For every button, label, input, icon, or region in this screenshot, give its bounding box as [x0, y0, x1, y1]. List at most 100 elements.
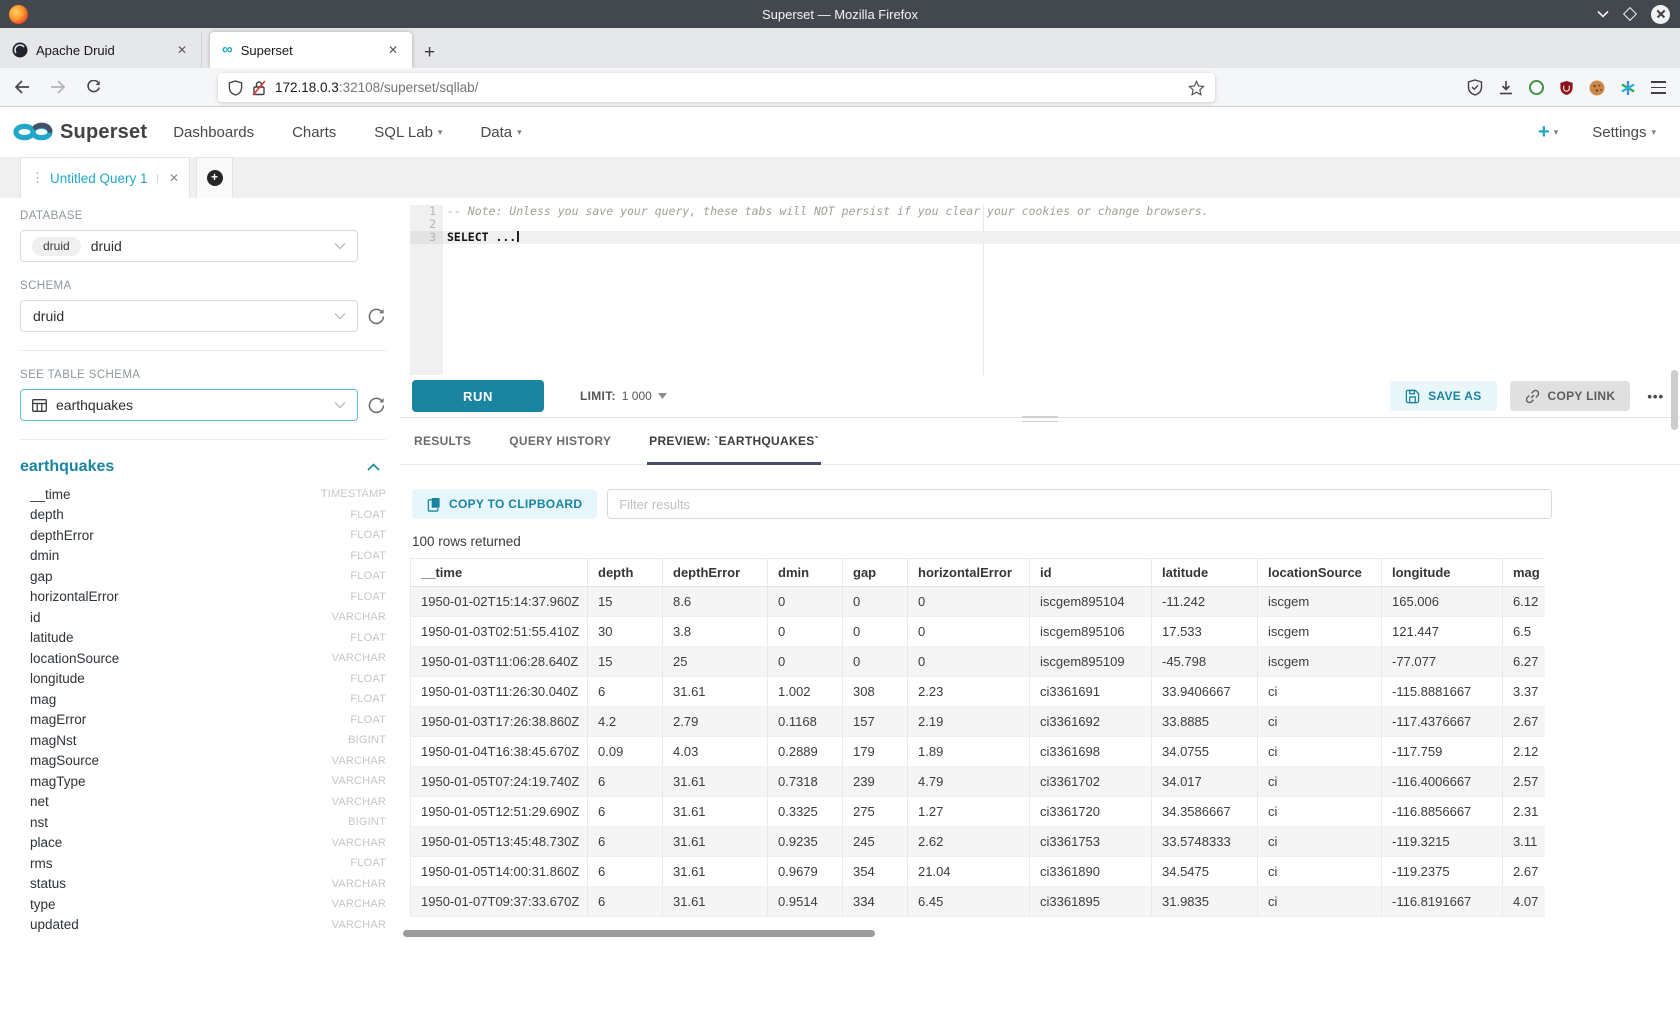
copy-link-button[interactable]: COPY LINK	[1510, 381, 1631, 411]
menu-icon[interactable]	[1651, 81, 1666, 93]
window-close-icon[interactable]	[1651, 5, 1670, 24]
query-tab-close-icon[interactable]: ✕	[169, 171, 179, 185]
pane-resize-handle-icon[interactable]	[1022, 416, 1058, 422]
table-cell: ci3361691	[1030, 677, 1152, 707]
schema-value: druid	[33, 308, 64, 324]
table-cell: 6.5	[1503, 617, 1546, 647]
scrollbar-thumb[interactable]	[403, 930, 875, 937]
column-header-latitude[interactable]: latitude	[1152, 559, 1258, 587]
bookmark-star-icon[interactable]	[1188, 80, 1205, 96]
forward-icon[interactable]	[50, 80, 66, 94]
drag-handle-icon[interactable]: ⋮	[31, 170, 43, 186]
nav-item-charts[interactable]: Charts	[292, 124, 336, 141]
add-new-menu[interactable]: + ▾	[1538, 122, 1558, 142]
table-cell: 1950-01-02T15:14:37.960Z	[411, 587, 588, 617]
new-query-tab-button[interactable]: +	[196, 157, 233, 198]
editor-line[interactable]: 2	[410, 218, 1680, 231]
nav-item-label: Charts	[292, 124, 336, 141]
lock-insecure-icon[interactable]	[252, 80, 266, 96]
tab-close-icon[interactable]: ✕	[384, 41, 402, 59]
table-schema-title[interactable]: earthquakes	[20, 458, 114, 476]
save-as-button[interactable]: SAVE AS	[1390, 381, 1496, 411]
caret-down-icon	[658, 393, 667, 399]
table-cell: 4.79	[908, 767, 1030, 797]
column-header-longitude[interactable]: longitude	[1382, 559, 1503, 587]
plus-circle-icon: +	[207, 170, 223, 186]
table-cell: -116.8191667	[1382, 887, 1503, 917]
settings-menu[interactable]: Settings ▾	[1592, 124, 1656, 141]
refresh-schemas-icon[interactable]	[368, 308, 386, 325]
nav-item-data[interactable]: Data▾	[480, 124, 521, 141]
table-cell: 6	[588, 887, 663, 917]
cookie-extension-icon[interactable]	[1589, 80, 1605, 96]
table-cell: 15	[588, 647, 663, 677]
browser-tab-superset[interactable]: ∞ Superset ✕	[210, 32, 412, 68]
ublock-icon[interactable]	[1559, 80, 1574, 96]
shield-icon[interactable]	[228, 80, 243, 96]
database-select[interactable]: druid druid	[20, 230, 358, 262]
filter-results-input[interactable]	[607, 489, 1552, 519]
results-table-wrap: __timedepthdepthErrordmingaphorizontalEr…	[410, 558, 1545, 917]
column-name: __time	[30, 487, 71, 502]
run-button[interactable]: RUN	[412, 380, 544, 412]
query-tab-untitled[interactable]: ⋮ Untitled Query 1 ✕	[20, 157, 190, 198]
editor-line[interactable]: 3SELECT ...	[410, 231, 1680, 244]
window-maximize-icon[interactable]	[1623, 7, 1637, 21]
column-header-locationsource[interactable]: locationSource	[1258, 559, 1382, 587]
results-tab-results[interactable]: RESULTS	[412, 434, 473, 465]
table-cell: 1950-01-07T09:37:33.670Z	[411, 887, 588, 917]
table-cell: ci3361692	[1030, 707, 1152, 737]
table-row: 1950-01-05T12:51:29.690Z631.610.33252751…	[411, 797, 1546, 827]
superset-logo[interactable]: Superset	[12, 119, 147, 145]
column-header-deptherror[interactable]: depthError	[663, 559, 768, 587]
column-header-depth[interactable]: depth	[588, 559, 663, 587]
back-icon[interactable]	[14, 80, 30, 94]
column-header-gap[interactable]: gap	[843, 559, 908, 587]
extension-vinegar-icon[interactable]	[1529, 80, 1544, 95]
results-tab-preview[interactable]: PREVIEW: `EARTHQUAKES`	[647, 434, 821, 465]
save-as-label: SAVE AS	[1428, 389, 1481, 403]
results-tab-query-history[interactable]: QUERY HISTORY	[507, 434, 613, 465]
nav-item-dashboards[interactable]: Dashboards	[173, 124, 254, 141]
table-cell: iscgem895109	[1030, 647, 1152, 677]
table-select[interactable]: earthquakes	[20, 389, 358, 421]
more-actions-button[interactable]: •••	[1643, 389, 1668, 404]
column-type: VARCHAR	[332, 652, 386, 664]
browser-tab-apache-druid[interactable]: Apache Druid ✕	[0, 32, 202, 68]
pane-scrollbar-thumb[interactable]	[1671, 370, 1678, 430]
column-name: latitude	[30, 630, 74, 645]
column-header-id[interactable]: id	[1030, 559, 1152, 587]
limit-dropdown[interactable]: LIMIT: 1 000	[580, 389, 667, 403]
horizontal-scrollbar[interactable]	[403, 930, 1548, 938]
url-bar[interactable]: 172.18.0.3:32108/superset/sqllab/	[218, 73, 1215, 102]
caret-down-icon: ▾	[1554, 127, 1559, 138]
extension-asterisk-icon[interactable]	[1620, 80, 1636, 96]
tab-close-icon[interactable]: ✕	[173, 41, 191, 59]
column-header-mag[interactable]: mag	[1503, 559, 1546, 587]
refresh-tables-icon[interactable]	[368, 397, 386, 414]
table-cell: -116.8856667	[1382, 797, 1503, 827]
window-minimize-icon[interactable]	[1597, 10, 1609, 18]
collapse-caret-icon[interactable]	[367, 463, 380, 471]
navbar-menu: Dashboards Charts SQL Lab▾ Data▾	[173, 124, 521, 141]
table-cell: 121.447	[1382, 617, 1503, 647]
reload-icon[interactable]	[86, 80, 101, 95]
schema-select[interactable]: druid	[20, 300, 358, 332]
column-header-time[interactable]: __time	[411, 559, 588, 587]
brand-name: Superset	[60, 121, 147, 144]
table-cell: 31.61	[663, 767, 768, 797]
copy-to-clipboard-button[interactable]: COPY TO CLIPBOARD	[412, 489, 597, 519]
protections-shield-icon[interactable]	[1467, 79, 1483, 96]
sql-editor[interactable]: 1-- Note: Unless you save your query, th…	[410, 205, 1680, 375]
new-tab-button[interactable]: +	[412, 42, 447, 68]
schema-column: locationSourceVARCHAR	[20, 648, 386, 669]
table-cell: 31.61	[663, 797, 768, 827]
table-cell: 2.12	[1503, 737, 1546, 767]
column-header-horizontalerror[interactable]: horizontalError	[908, 559, 1030, 587]
download-icon[interactable]	[1498, 80, 1514, 96]
column-header-dmin[interactable]: dmin	[768, 559, 843, 587]
table-cell: 245	[843, 827, 908, 857]
column-name: magSource	[30, 753, 99, 768]
nav-item-sql-lab[interactable]: SQL Lab▾	[374, 124, 442, 141]
editor-line[interactable]: 1-- Note: Unless you save your query, th…	[410, 205, 1680, 218]
